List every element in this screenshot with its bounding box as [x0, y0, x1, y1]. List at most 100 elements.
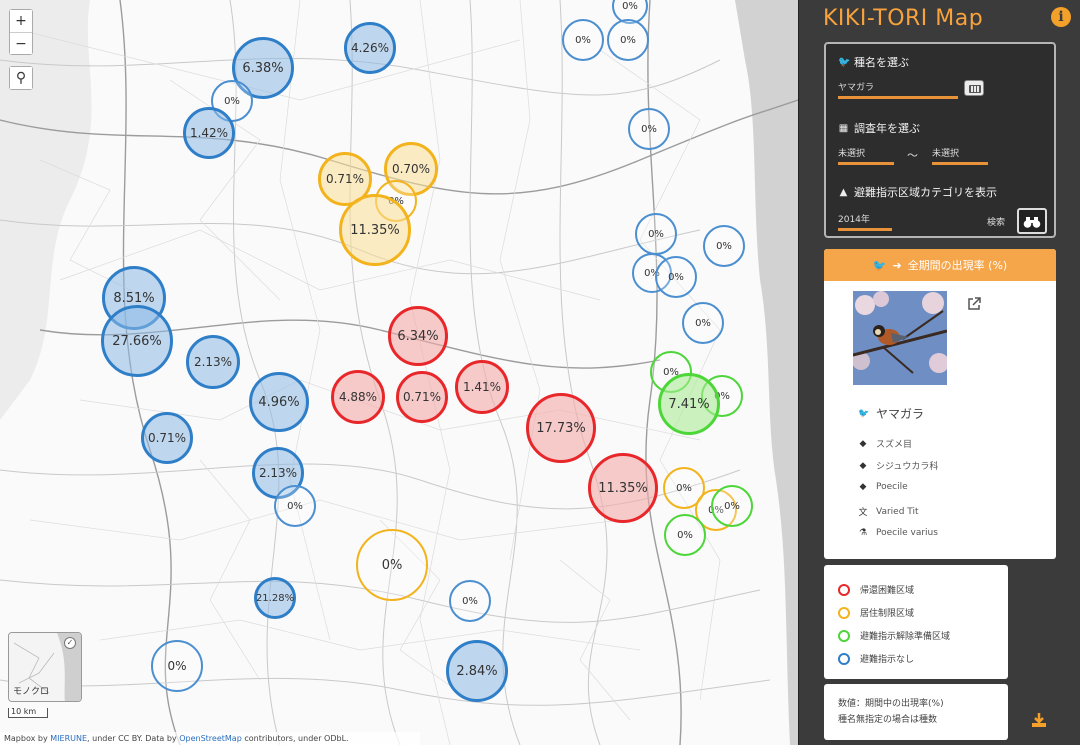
species-list-button[interactable] [964, 80, 984, 96]
rate-header-button[interactable]: 🐦 ➜ 全期間の出現率 (%) [824, 249, 1056, 281]
bird-name: ヤマガラ [876, 407, 925, 421]
map-marker[interactable]: 0% [356, 529, 428, 601]
note-line-1: 数値：期間中の出現率(%) [838, 699, 944, 709]
marker-label: 8.51% [113, 290, 155, 306]
sea-area [735, 0, 798, 745]
map-marker[interactable]: 1.41% [455, 360, 509, 414]
map-marker[interactable]: 0% [607, 19, 649, 61]
external-link-icon[interactable] [967, 297, 981, 311]
map-marker[interactable]: 0% [562, 19, 604, 61]
map-marker[interactable]: 27.66% [101, 305, 173, 377]
scale-bar: 10 km [8, 708, 48, 718]
marker-label: 2.13% [258, 466, 298, 480]
bird-icon: 🐦 [858, 408, 870, 419]
basemap-switcher[interactable]: ✓ モノクロ [8, 632, 82, 702]
warning-icon: ▲ [839, 186, 848, 198]
zoom-control: + − [9, 9, 33, 55]
category-section: ▲ 避難指示区域カテゴリを表示 [838, 184, 997, 200]
translate-icon: 文 [858, 508, 868, 518]
map-marker[interactable]: 21.28% [254, 577, 296, 619]
map-marker[interactable]: 0% [711, 485, 753, 527]
attribution-mid: , under CC BY. Data by [87, 734, 180, 743]
info-icon[interactable]: i [1051, 7, 1071, 27]
attribution-suffix: contributors, under ODbL. [241, 734, 349, 743]
map-marker[interactable]: 1.42% [183, 107, 235, 159]
legend-ring-icon [838, 629, 850, 642]
marker-label: 0% [716, 240, 732, 252]
year-to-select[interactable]: 未選択 [932, 146, 988, 165]
tag-icon: ◆ [859, 460, 867, 471]
map-marker[interactable]: 6.34% [388, 306, 448, 366]
marker-label: 0% [287, 500, 303, 512]
locate-control: ⚲ [9, 66, 33, 90]
map-marker[interactable]: 2.84% [446, 640, 508, 702]
year-from-select[interactable]: 未選択 [838, 146, 894, 165]
marker-label: 0.71% [402, 390, 442, 404]
marker-label: 0% [462, 595, 478, 607]
legend: 帰還困難区域 居住制限区域 避難指示解除準備区域 避難指示なし [824, 565, 1008, 679]
map-marker[interactable]: 11.35% [588, 453, 658, 523]
zoom-in-button[interactable]: + [10, 10, 32, 32]
mierune-link[interactable]: MIERUNE [50, 734, 87, 743]
map-marker[interactable]: 17.73% [526, 393, 596, 463]
map-view[interactable]: 0% 0% 0% 4.26% 6.38% 0% 1.42% 0% 0.71% 0.70% 0% 11.… [0, 0, 798, 745]
marker-label: 1.42% [189, 126, 229, 140]
marker-label: 0% [575, 34, 591, 46]
map-marker[interactable]: 0% [664, 514, 706, 556]
marker-label: 0% [620, 34, 636, 46]
legend-ring-icon [838, 583, 850, 596]
osm-link[interactable]: OpenStreetMap [179, 734, 242, 743]
map-marker[interactable]: 0% [151, 640, 203, 692]
map-marker[interactable]: 4.88% [331, 370, 385, 424]
marker-label: 4.88% [338, 390, 378, 404]
map-marker[interactable]: 7.41% [658, 373, 720, 435]
zoom-out-button[interactable]: − [10, 32, 32, 54]
rate-header-label: 全期間の出現率 (%) [907, 259, 1008, 272]
map-marker[interactable]: 11.35% [339, 194, 411, 266]
map-marker[interactable]: 0% [655, 256, 697, 298]
basemap-label: モノクロ [13, 687, 50, 697]
marker-label: 0% [224, 95, 240, 107]
legend-label: 避難指示なし [860, 655, 915, 665]
legend-item: 居住制限区域 [838, 606, 914, 619]
map-marker[interactable]: 0% [635, 213, 677, 255]
calendar-icon: ▦ [838, 122, 849, 134]
map-marker[interactable]: 0% [703, 225, 745, 267]
binoculars-glyph [1023, 217, 1041, 228]
locate-icon[interactable]: ⚲ [10, 67, 32, 89]
map-marker[interactable]: 0% [274, 485, 316, 527]
tag-icon: ◆ [859, 438, 867, 449]
bird-photo [853, 291, 947, 385]
marker-label: 0% [381, 557, 403, 573]
year-label: 調査年を選ぶ [854, 122, 920, 135]
map-marker[interactable]: 4.96% [249, 372, 309, 432]
map-marker[interactable]: 0.71% [141, 412, 193, 464]
map-marker[interactable]: 0.71% [396, 371, 448, 423]
marker-label: 21.28% [255, 592, 295, 604]
legend-item: 帰還困難区域 [838, 583, 914, 596]
map-marker[interactable]: 0% [682, 302, 724, 344]
marker-label: 0.70% [391, 162, 431, 176]
order-row: ◆ スズメ目 [858, 437, 912, 451]
category-year-select[interactable]: 2014年 [838, 212, 892, 231]
family-row: ◆ シジュウカラ科 [858, 459, 939, 473]
map-marker[interactable]: 0% [628, 108, 670, 150]
genus-row: ◆ Poecile [858, 482, 908, 492]
year-section: ▦ 調査年を選ぶ [838, 120, 920, 136]
flask-icon: ⚗ [858, 528, 868, 538]
tag-icon: ◆ [859, 482, 867, 492]
map-marker[interactable]: 4.26% [344, 22, 396, 74]
species-card: 🐦 ➜ 全期間の出現率 (%) 🐦 ヤマガラ ◆ スズメ目 ◆ シジュウカラ科 … [824, 249, 1056, 559]
species-input[interactable]: ヤマガラ [838, 80, 958, 99]
download-icon[interactable] [1031, 712, 1047, 728]
map-marker[interactable]: 0% [449, 580, 491, 622]
english-value: Varied Tit [876, 506, 919, 517]
marker-label: 0% [724, 500, 740, 512]
marker-label: 0% [622, 0, 638, 12]
marker-label: 0.71% [147, 431, 187, 445]
binoculars-icon[interactable] [1017, 208, 1047, 234]
marker-label: 2.84% [456, 663, 498, 679]
map-marker[interactable]: 2.13% [186, 335, 240, 389]
note-line-2: 種名無指定の場合は種数 [838, 715, 938, 725]
search-panel: 🐦 種名を選ぶ ヤマガラ ▦ 調査年を選ぶ 未選択 〜 未選択 ▲ 避難指示区域… [824, 42, 1056, 238]
